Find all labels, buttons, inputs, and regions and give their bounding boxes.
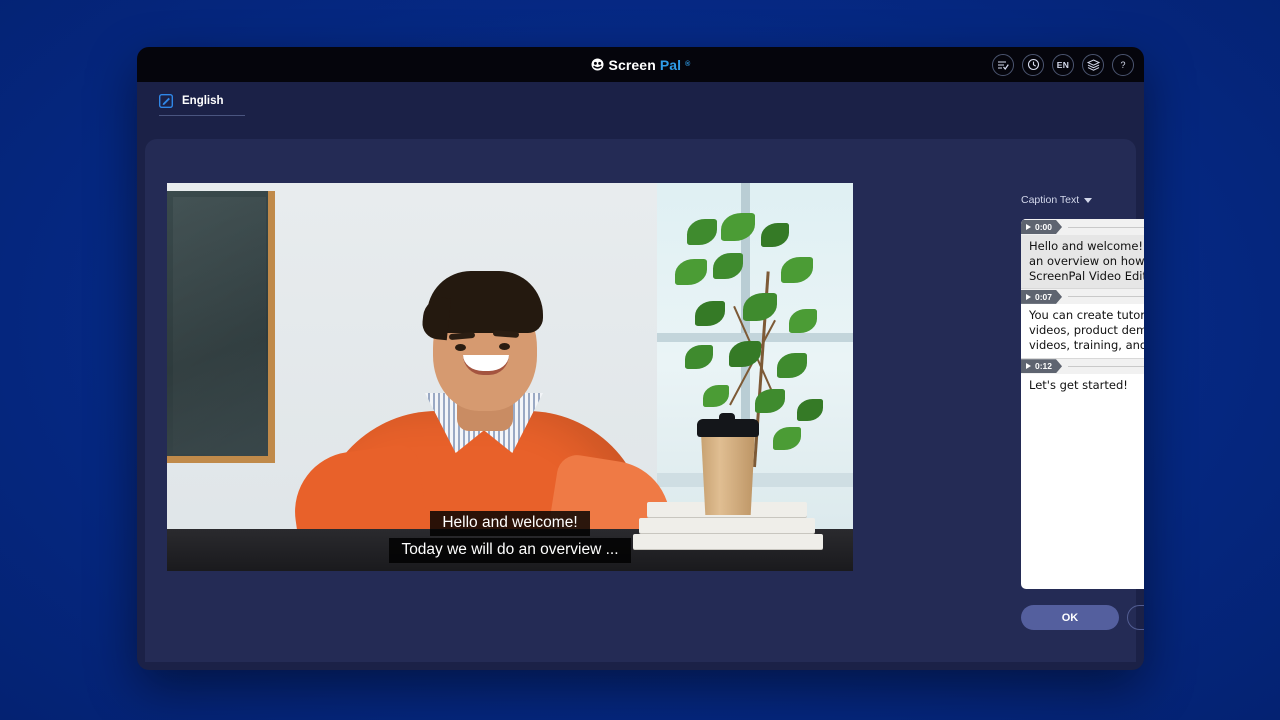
logo-text-pal: Pal bbox=[659, 56, 682, 73]
caption-panel-header: Caption Text ? bbox=[1021, 190, 1144, 210]
subtitle-line-2: Today we will do an overview ... bbox=[389, 538, 631, 563]
caption-cue-text[interactable]: Let's get started! bbox=[1021, 374, 1144, 398]
caption-cue-time: 0:07 bbox=[1035, 291, 1053, 302]
desktop-background: Screen Pal ® EN ? English Hello and welc… bbox=[0, 0, 1280, 720]
caption-cue-bar: 0:12 2.0s ✕ bbox=[1021, 357, 1144, 374]
caption-time-chip[interactable]: 0:00 bbox=[1021, 220, 1062, 234]
language-tab-row: English bbox=[137, 82, 1144, 127]
caption-cue-rule bbox=[1068, 365, 1144, 367]
caption-cue-rule bbox=[1068, 296, 1144, 298]
titlebar-icon-group: EN ? bbox=[992, 47, 1134, 82]
video-chalkboard bbox=[167, 191, 275, 463]
subtitle-line-1: Hello and welcome! bbox=[430, 511, 590, 536]
title-bar: Screen Pal ® EN ? bbox=[137, 47, 1144, 82]
language-tab-english[interactable]: English bbox=[159, 93, 245, 116]
caption-cue[interactable]: 0:12 2.0s ✕ Let's get started! bbox=[1021, 357, 1144, 398]
caption-cue-time: 0:00 bbox=[1035, 222, 1053, 232]
caption-time-chip[interactable]: 0:07 bbox=[1021, 290, 1062, 304]
captions-list-icon[interactable] bbox=[992, 53, 1014, 76]
caption-cue[interactable]: 0:07 4.4s ✕ You can create tutorials, te… bbox=[1021, 288, 1144, 357]
caption-cue-bar: 0:00 7.0s bbox=[1021, 219, 1144, 235]
caption-cue-list[interactable]: 0:00 7.0s Hello and welcome! Today we wi… bbox=[1021, 219, 1144, 589]
caption-cue-text[interactable]: Hello and welcome! Today we will do an o… bbox=[1021, 235, 1144, 289]
play-icon bbox=[1026, 363, 1031, 369]
history-icon[interactable] bbox=[1022, 53, 1044, 76]
ok-button[interactable]: OK bbox=[1021, 605, 1119, 630]
language-tab-label: English bbox=[182, 94, 224, 107]
caption-action-bar: OK Cancel bbox=[1021, 605, 1144, 630]
logo-text-screen: Screen bbox=[608, 56, 656, 73]
app-window: Screen Pal ® EN ? English Hello and welc… bbox=[137, 47, 1144, 670]
caption-cue-text[interactable]: You can create tutorials, teaching video… bbox=[1021, 304, 1144, 357]
caption-cue-time: 0:12 bbox=[1035, 361, 1053, 372]
edit-square-icon bbox=[159, 93, 173, 108]
caption-text-dropdown[interactable]: Caption Text bbox=[1021, 194, 1093, 206]
screenpal-logo-mark bbox=[591, 58, 604, 71]
logo-trademark: ® bbox=[685, 61, 691, 68]
video-preview[interactable]: Hello and welcome! Today we will do an o… bbox=[167, 183, 853, 571]
caption-cue-bar: 0:07 4.4s ✕ bbox=[1021, 288, 1144, 305]
screenpal-logo: Screen Pal ® bbox=[591, 57, 691, 73]
cancel-button[interactable]: Cancel bbox=[1127, 605, 1144, 630]
video-coffee-cup bbox=[697, 413, 759, 515]
language-icon[interactable]: EN bbox=[1052, 53, 1074, 76]
play-icon bbox=[1026, 224, 1031, 230]
help-icon[interactable]: ? bbox=[1112, 53, 1134, 76]
editor-panel: Hello and welcome! Today we will do an o… bbox=[145, 139, 1144, 662]
video-subtitles: Hello and welcome! Today we will do an o… bbox=[167, 511, 853, 563]
layers-icon[interactable] bbox=[1082, 53, 1104, 76]
caption-text-dropdown-label: Caption Text bbox=[1021, 194, 1080, 206]
caption-cue[interactable]: 0:00 7.0s Hello and welcome! Today we wi… bbox=[1021, 219, 1144, 289]
caption-time-chip[interactable]: 0:12 bbox=[1021, 359, 1062, 373]
play-icon bbox=[1026, 294, 1031, 300]
chevron-down-icon bbox=[1084, 197, 1093, 203]
caption-cue-rule bbox=[1068, 226, 1144, 228]
